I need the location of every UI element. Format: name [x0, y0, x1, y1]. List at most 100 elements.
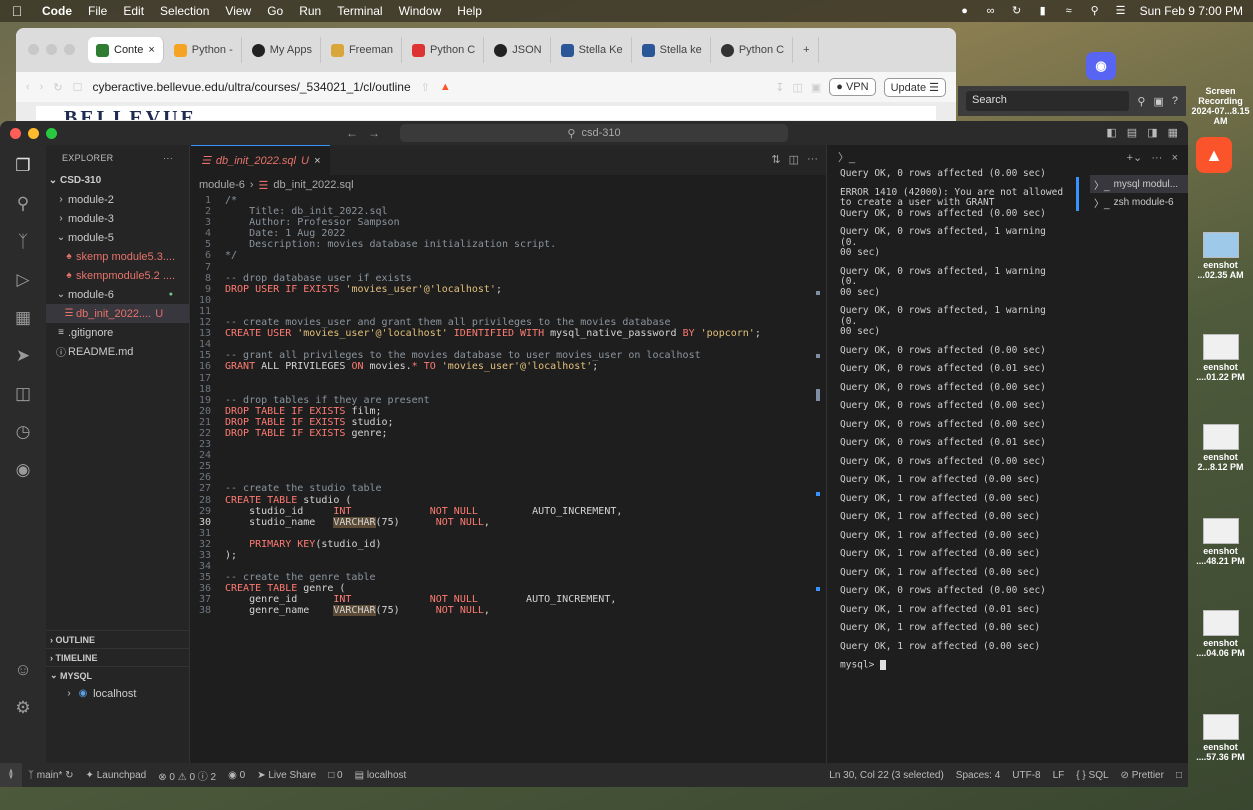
- control-center-icon[interactable]: ☰: [1114, 5, 1128, 17]
- code-line[interactable]: 25: [191, 461, 826, 472]
- menu-go[interactable]: Go: [259, 4, 291, 18]
- close-icon[interactable]: ×: [1172, 152, 1178, 164]
- testing-icon[interactable]: ◫: [0, 379, 46, 409]
- code-line[interactable]: 9 DROP USER IF EXISTS 'movies_user'@'loca…: [191, 284, 826, 295]
- sync-icon[interactable]: ↻: [1010, 5, 1024, 17]
- tree-item[interactable]: ☰ db_init_2022.... U: [46, 304, 189, 323]
- code-line[interactable]: 15 -- grant all privileges to the movies …: [191, 350, 826, 361]
- code-line[interactable]: 16 GRANT ALL PRIVILEGES ON movies.* TO 'm…: [191, 361, 826, 372]
- run-debug-icon[interactable]: ▷: [0, 265, 46, 295]
- indentation-status[interactable]: Spaces: 4: [950, 770, 1006, 781]
- code-line[interactable]: 4 Date: 1 Aug 2022: [191, 228, 826, 239]
- code-line[interactable]: 35 -- create the genre table: [191, 572, 826, 583]
- tree-item[interactable]: › module-2: [46, 190, 189, 209]
- close-icon[interactable]: [10, 127, 21, 139]
- battery-icon[interactable]: ▮: [1036, 5, 1050, 17]
- code-line[interactable]: 2 Title: db_init_2022.sql: [191, 206, 826, 217]
- desktop-file[interactable]: eenshot ....48.21 PM: [1188, 518, 1253, 566]
- browser-tab[interactable]: Stella Ke: [553, 37, 632, 63]
- menu-selection[interactable]: Selection: [152, 4, 217, 18]
- prettier-status[interactable]: ⊘ Prettier: [1115, 770, 1170, 781]
- terminal-scrollbar[interactable]: [1076, 177, 1079, 211]
- extensions-icon[interactable]: ▦: [0, 303, 46, 333]
- back-icon[interactable]: ‹: [26, 81, 30, 93]
- desktop-file[interactable]: eenshot ....04.06 PM: [1188, 610, 1253, 658]
- code-area[interactable]: 1/* 2 Title: db_init_2022.sql 3 Author: Pr…: [191, 195, 826, 617]
- forward-icon[interactable]: →: [368, 126, 380, 140]
- menu-edit[interactable]: Edit: [115, 4, 152, 18]
- menubar-clock[interactable]: Sun Feb 9 7:00 PM: [1140, 4, 1243, 18]
- code-line[interactable]: 33);: [191, 550, 826, 561]
- code-line[interactable]: 34: [191, 561, 826, 572]
- menu-window[interactable]: Window: [391, 4, 450, 18]
- desktop-file[interactable]: eenshot ....01.22 PM: [1188, 334, 1253, 382]
- code-line[interactable]: 29 studio_id INT NOT NULL AUTO_INCREMENT…: [191, 506, 826, 517]
- more-actions-icon[interactable]: ···: [1151, 152, 1162, 164]
- encoding-status[interactable]: UTF-8: [1006, 770, 1046, 781]
- tree-item[interactable]: ⌄ module-5: [46, 228, 189, 247]
- tree-item[interactable]: › module-3: [46, 209, 189, 228]
- code-line[interactable]: 30 studio_name VARCHAR(75) NOT NULL,: [191, 516, 826, 528]
- link-icon[interactable]: ∞: [984, 5, 998, 17]
- branch-status[interactable]: ᛉ main* ↻: [22, 770, 80, 781]
- download-icon[interactable]: ↧: [775, 81, 784, 94]
- remote-icon[interactable]: ≬: [0, 763, 22, 787]
- breadcrumb-folder[interactable]: module-6: [199, 179, 245, 191]
- terminal-session[interactable]: 〉_ zsh module-6: [1090, 193, 1188, 211]
- desktop-file[interactable]: Screen Recording 2024-07...8.15 AM: [1188, 86, 1253, 126]
- menu-help[interactable]: Help: [449, 4, 490, 18]
- discord-icon[interactable]: ◉: [1086, 52, 1116, 80]
- code-line[interactable]: 12 -- create movies_user and grant them a…: [191, 317, 826, 328]
- ports-status[interactable]: ◉ 0: [222, 770, 251, 781]
- more-actions-icon[interactable]: ···: [163, 153, 173, 163]
- code-line[interactable]: 37 genre_id INT NOT NULL AUTO_INCREMENT,: [191, 594, 826, 605]
- close-icon[interactable]: ×: [148, 44, 154, 56]
- help-icon[interactable]: ?: [1172, 95, 1178, 107]
- more-actions-icon[interactable]: ···: [807, 153, 818, 166]
- code-line[interactable]: 24: [191, 450, 826, 461]
- browser-tab[interactable]: JSON: [486, 37, 551, 63]
- code-line[interactable]: 10: [191, 295, 826, 306]
- code-line[interactable]: 19 -- drop tables if they are present: [191, 395, 826, 406]
- browser-tab[interactable]: My Apps: [244, 37, 321, 63]
- code-line[interactable]: 20 DROP TABLE IF EXISTS film;: [191, 406, 826, 417]
- browser-tab[interactable]: Stella ke: [634, 37, 711, 63]
- eol-status[interactable]: LF: [1047, 770, 1071, 781]
- search-input[interactable]: Search: [966, 91, 1130, 111]
- code-line[interactable]: 28 CREATE TABLE studio (: [191, 495, 826, 506]
- reload-icon[interactable]: ↻: [53, 81, 62, 94]
- toggle-panel-icon[interactable]: ▤: [1127, 126, 1137, 139]
- code-line[interactable]: 17: [191, 373, 826, 384]
- code-line[interactable]: 21 DROP TABLE IF EXISTS studio;: [191, 417, 826, 428]
- code-line[interactable]: 31: [191, 528, 826, 539]
- browser-tab[interactable]: Python -: [166, 37, 242, 63]
- maximize-icon[interactable]: [64, 44, 75, 55]
- command-center[interactable]: ⚲ csd-310: [400, 124, 788, 142]
- toggle-secondary-sidebar-icon[interactable]: ◨: [1147, 126, 1157, 139]
- database-icon[interactable]: ◉: [0, 455, 46, 485]
- source-control-icon[interactable]: ᛉ: [0, 227, 46, 257]
- brave-shield-icon[interactable]: ▲: [440, 81, 451, 93]
- tree-item[interactable]: ⌄ module-6 ●: [46, 285, 189, 304]
- menu-code[interactable]: Code: [34, 4, 80, 18]
- terminal-icon[interactable]: 〉_: [838, 149, 855, 165]
- record-icon[interactable]: ●: [958, 5, 972, 17]
- code-line[interactable]: 27 -- create the studio table: [191, 483, 826, 494]
- share-icon[interactable]: ⇧: [421, 81, 430, 94]
- menu-file[interactable]: File: [80, 4, 115, 18]
- db-status[interactable]: ▤ localhost: [349, 770, 413, 781]
- mysql-section[interactable]: ⌄ MYSQL: [46, 666, 190, 684]
- mysql-connection[interactable]: › ◉ localhost: [46, 684, 190, 703]
- apple-icon[interactable]: : [0, 3, 34, 19]
- desktop-file[interactable]: eenshot ....57.36 PM: [1188, 714, 1253, 762]
- code-line[interactable]: 14: [191, 339, 826, 350]
- code-line[interactable]: 38 genre_name VARCHAR(75) NOT NULL,: [191, 605, 826, 617]
- launchpad-status[interactable]: ✦ Launchpad: [80, 770, 153, 781]
- desktop-file[interactable]: eenshot 2...8.12 PM: [1188, 424, 1253, 472]
- toggle-sidebar-icon[interactable]: ◧: [1106, 126, 1116, 139]
- url-field[interactable]: cyberactive.bellevue.edu/ultra/courses/_…: [92, 80, 410, 94]
- code-line[interactable]: 7: [191, 262, 826, 273]
- outline-section[interactable]: › OUTLINE: [46, 630, 190, 648]
- code-line[interactable]: 11: [191, 306, 826, 317]
- code-line[interactable]: 8 -- drop database user if exists: [191, 273, 826, 284]
